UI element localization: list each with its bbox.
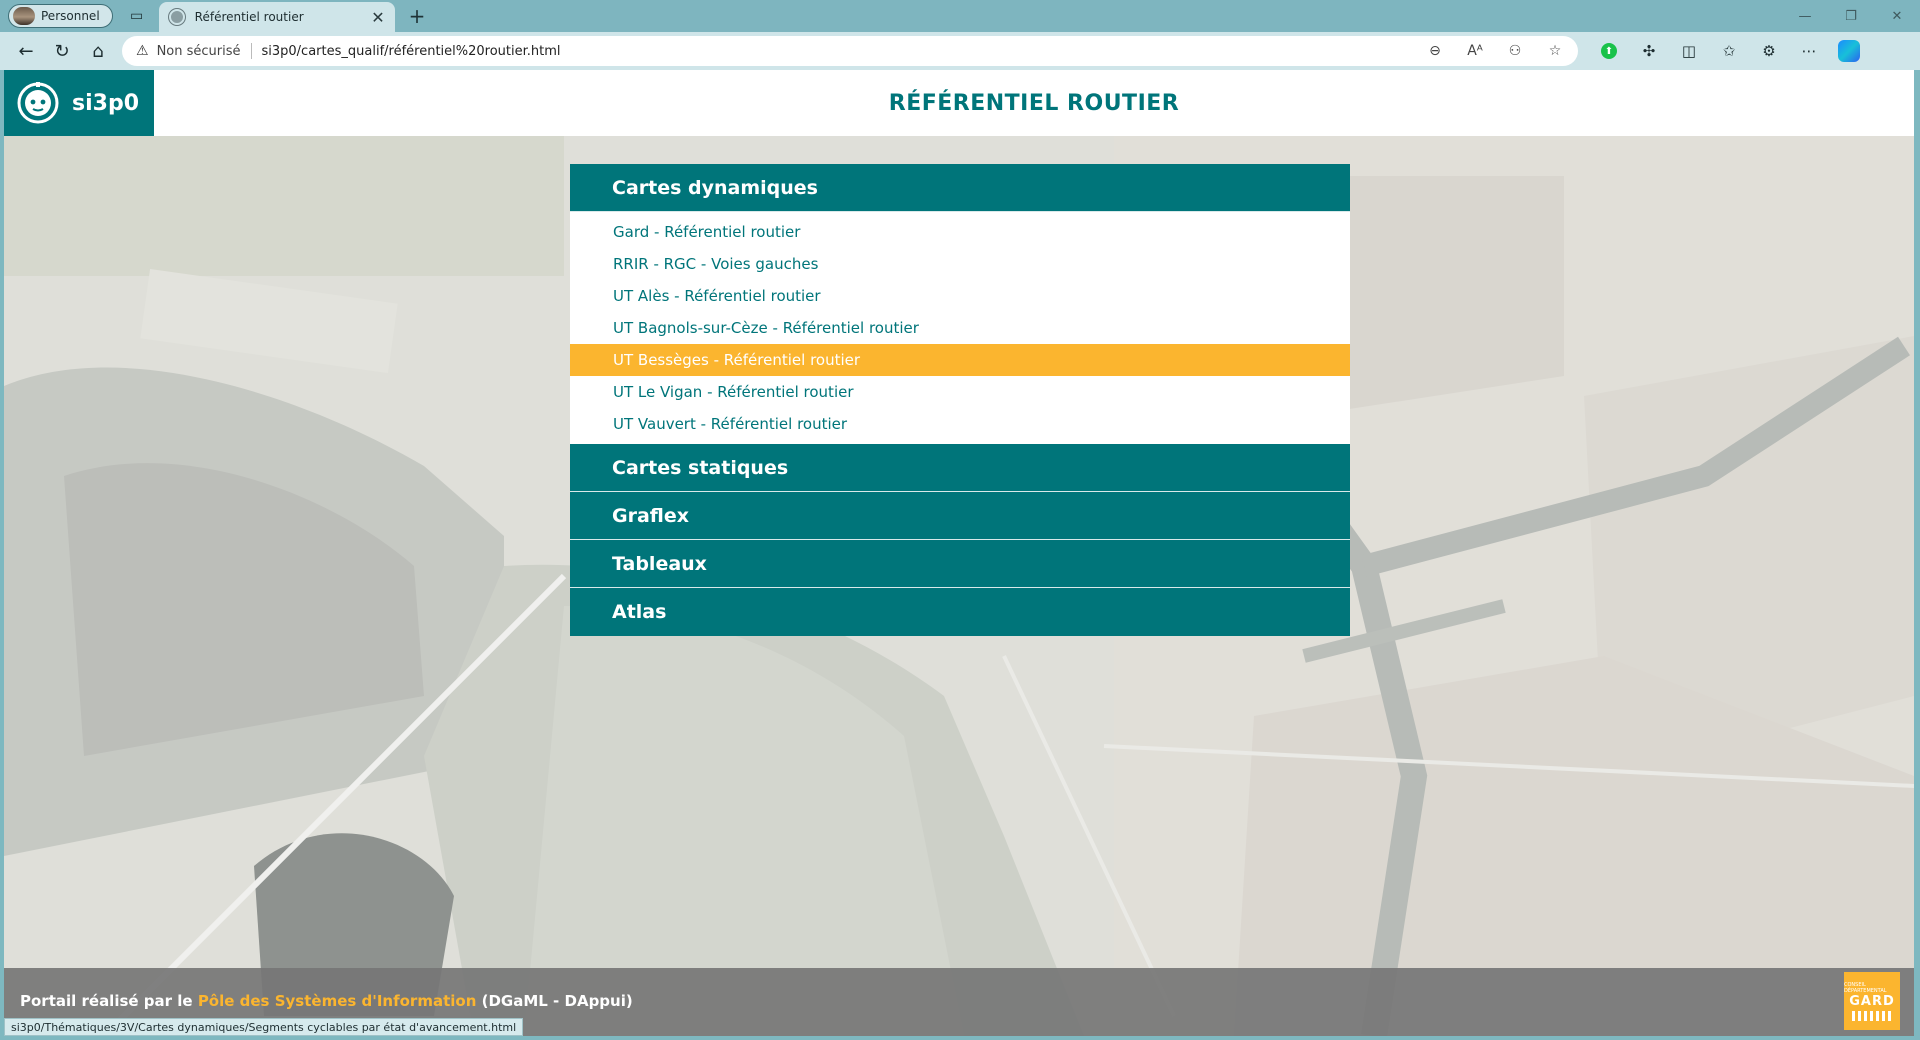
robot-face-icon [17,82,59,124]
menu-link-ut-vauvert[interactable]: UT Vauvert - Référentiel routier [570,408,1350,440]
menu-link-ut-bagnols[interactable]: UT Bagnols-sur-Cèze - Référentiel routie… [570,312,1350,344]
tab-favicon-icon [168,9,185,25]
footer-prefix: Portail réalisé par le [20,992,198,1010]
gard-logo-text: GARD [1849,993,1895,1009]
menu-link-ut-besseges[interactable]: UT Bessèges - Référentiel routier [570,344,1350,376]
footer-credit: Portail réalisé par le Pôle des Systèmes… [20,992,633,1010]
extensions-puzzle-icon[interactable]: ✣ [1632,36,1666,66]
profile-label: Personnel [41,9,100,23]
profile-button[interactable]: Personnel [8,4,113,28]
menu-section-atlas[interactable]: Atlas [570,588,1350,636]
favorites-icon[interactable]: ✩ [1712,36,1746,66]
account-icon[interactable]: ⚇ [1502,43,1528,59]
browser-toolbar: ← ↻ ⌂ ⚠ Non sécurisé si3p0/cartes_qualif… [0,32,1920,70]
logo-home-link[interactable]: si3p0 [4,70,154,136]
menu-link-ut-ales[interactable]: UT Alès - Référentiel routier [570,280,1350,312]
close-window-button[interactable]: ✕ [1874,0,1920,32]
back-arrow-icon[interactable]: ← [8,36,44,66]
window-controls: — ❐ ✕ [1782,0,1920,32]
menu-section-tableaux[interactable]: Tableaux [570,540,1350,588]
menu-link-rrir-rgc[interactable]: RRIR - RGC - Voies gauches [570,248,1350,280]
page-title: RÉFÉRENTIEL ROUTIER [888,90,1180,116]
page-viewport: si3p0 RÉFÉRENTIEL ROUTIER Cartes dynamiq… [4,70,1914,1036]
gard-logo-pattern [1852,1010,1892,1021]
menu-link-gard[interactable]: Gard - Référentiel routier [570,216,1350,248]
menu-section-graflex[interactable]: Graflex [570,492,1350,540]
zoom-out-icon[interactable]: ⊖ [1422,43,1448,59]
minimize-button[interactable]: — [1782,0,1828,32]
url-text[interactable]: si3p0/cartes_qualif/référentiel%20routie… [262,44,1423,59]
performance-icon[interactable]: ⚙ [1752,36,1786,66]
address-bar[interactable]: ⚠ Non sécurisé si3p0/cartes_qualif/référ… [122,36,1578,66]
tab-actions-icon[interactable]: ▭ [125,4,149,28]
extensions-area: ⬆ ✣ ◫ ✩ ⚙ ⋯ [1592,36,1866,66]
gard-logo[interactable]: CONSEIL DÉPARTEMENTAL GARD [1844,972,1900,1030]
browser-status-bar: si3p0/Thématiques/3V/Cartes dynamiques/S… [4,1018,524,1036]
tab-title: Référentiel routier [194,10,304,24]
split-screen-icon[interactable]: ◫ [1672,36,1706,66]
browser-tab-strip: Personnel ▭ Référentiel routier ✕ + — ❐ … [0,0,1920,32]
submenu-cartes-dynamiques: Gard - Référentiel routier RRIR - RGC - … [570,212,1350,444]
restore-button[interactable]: ❐ [1828,0,1874,32]
refresh-icon[interactable]: ↻ [44,36,80,66]
read-aloud-icon[interactable]: Aᴬ [1462,43,1488,59]
more-menu-icon[interactable]: ⋯ [1792,36,1826,66]
warning-icon[interactable]: ⚠ [136,43,149,59]
footer-suffix: (DGaML - DAppui) [476,992,633,1010]
footer-psi-link[interactable]: Pôle des Systèmes d'Information [198,992,477,1010]
address-separator [250,43,252,59]
favorite-star-icon[interactable]: ☆ [1542,43,1568,59]
address-bar-actions: ⊖ Aᴬ ⚇ ☆ [1422,43,1568,59]
portal-menu: Cartes dynamiques Gard - Référentiel rou… [570,164,1350,636]
site-header: si3p0 RÉFÉRENTIEL ROUTIER [4,70,1914,136]
new-tab-button[interactable]: + [409,4,426,28]
menu-link-ut-le-vigan[interactable]: UT Le Vigan - Référentiel routier [570,376,1350,408]
security-label[interactable]: Non sécurisé [157,44,241,59]
home-icon[interactable]: ⌂ [80,36,116,66]
logo-text: si3p0 [72,90,139,116]
tab-close-icon[interactable]: ✕ [371,8,384,27]
menu-section-cartes-statiques[interactable]: Cartes statiques [570,444,1350,492]
menu-section-cartes-dynamiques[interactable]: Cartes dynamiques [570,164,1350,212]
browser-tab-active[interactable]: Référentiel routier ✕ [158,2,395,32]
gard-logo-small-text: CONSEIL DÉPARTEMENTAL [1844,981,1887,994]
profile-avatar [13,7,35,25]
green-extension-icon[interactable]: ⬆ [1592,36,1626,66]
copilot-icon[interactable] [1832,36,1866,66]
